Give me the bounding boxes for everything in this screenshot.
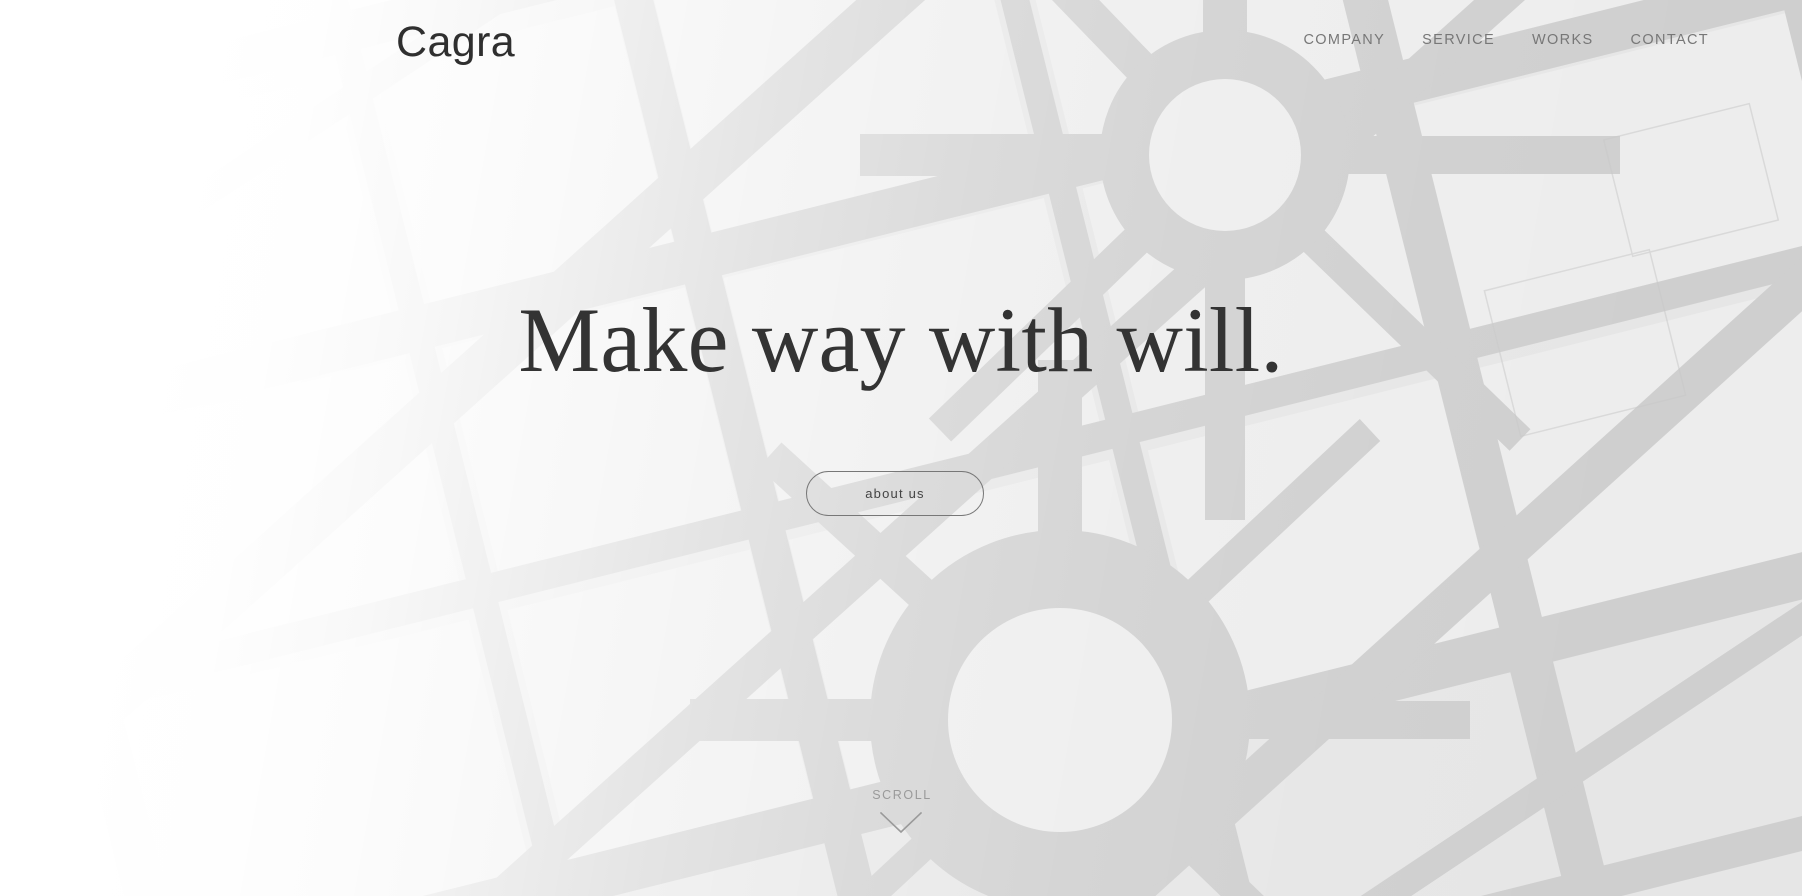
chevron-down-icon xyxy=(880,811,922,833)
main-navigation: COMPANY SERVICE WORKS CONTACT xyxy=(1303,33,1709,48)
scroll-indicator[interactable]: SCROLL xyxy=(0,789,1802,834)
site-header: Cagra COMPANY SERVICE WORKS CONTACT xyxy=(0,0,1802,88)
nav-link-contact[interactable]: CONTACT xyxy=(1631,33,1709,48)
nav-link-works[interactable]: WORKS xyxy=(1532,33,1594,48)
about-us-button[interactable]: about us xyxy=(806,471,984,516)
scroll-label: SCROLL xyxy=(872,788,932,802)
site-logo[interactable]: Cagra xyxy=(396,18,515,67)
map-background-graphic xyxy=(0,0,1802,896)
nav-link-company[interactable]: COMPANY xyxy=(1303,33,1385,48)
nav-link-service[interactable]: SERVICE xyxy=(1422,33,1495,48)
hero-section: Cagra COMPANY SERVICE WORKS CONTACT Make… xyxy=(0,0,1802,896)
